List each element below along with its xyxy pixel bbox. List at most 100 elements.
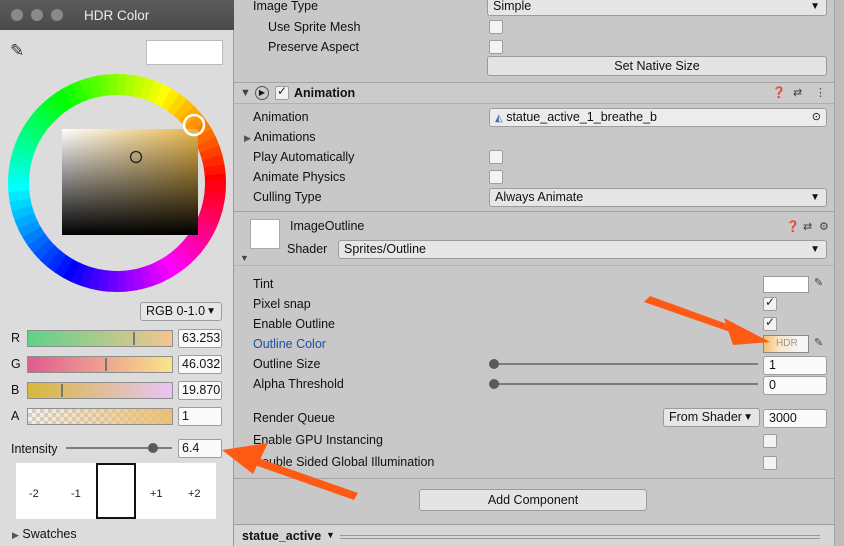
render-queue-dropdown[interactable]: From Shader ▼ [663, 408, 760, 427]
animations-foldout[interactable]: ▶ Animations [244, 127, 316, 147]
outline-size-slider-thumb[interactable] [489, 359, 499, 369]
green-channel-input[interactable]: 46.032 [178, 355, 222, 374]
color-mode-dropdown[interactable]: RGB 0-1.0 ▼ [140, 302, 222, 321]
inspector-scrollbar[interactable] [834, 0, 844, 546]
help-icon[interactable]: ❓ [786, 220, 800, 233]
hdr-badge: HDR [776, 338, 798, 349]
swatches-label: Swatches [22, 527, 77, 541]
foldout-arrow-icon[interactable]: ▼ [240, 253, 249, 263]
exposure-swatch-minus-2[interactable]: -2 [29, 488, 39, 500]
blue-channel-slider[interactable] [27, 382, 173, 399]
window-titlebar[interactable]: HDR Color [0, 0, 234, 30]
chevron-down-icon[interactable]: ▼ [326, 530, 335, 540]
eyedropper-icon[interactable]: ✎ [814, 276, 823, 289]
hue-ring-segment[interactable] [204, 181, 226, 193]
culling-type-dropdown[interactable]: Always Animate ▼ [489, 188, 827, 207]
double-sided-gi-checkbox[interactable] [763, 456, 777, 470]
exposure-swatch-minus-1[interactable]: -1 [71, 488, 81, 500]
image-type-value: Simple [493, 0, 532, 13]
eyedropper-icon[interactable]: ✎ [10, 41, 24, 61]
help-icon[interactable]: ❓ [772, 86, 786, 99]
foldout-right-icon: ▶ [12, 530, 19, 540]
preserve-aspect-label: Preserve Aspect [268, 40, 360, 54]
window-title: HDR Color [84, 8, 150, 23]
animation-clip-value: statue_active_1_breathe_b [506, 110, 657, 124]
current-color-swatch [146, 40, 223, 65]
preview-tab-label[interactable]: statue_active [242, 529, 321, 543]
pixel-snap-label: Pixel snap [253, 297, 311, 311]
foldout-arrow-icon[interactable]: ▼ [240, 87, 251, 99]
animation-clip-icon: ◭ [495, 113, 503, 124]
animation-enabled-checkbox[interactable] [275, 84, 289, 100]
animation-object-field[interactable]: ◭ statue_active_1_breathe_b ⊙ [489, 108, 827, 127]
hdr-color-window: HDR Color ✎ RGB 0-1.0 ▼ R 63.253 G 46.032… [0, 0, 234, 546]
animation-component-icon: ▶ [255, 86, 269, 100]
preview-drag-handle[interactable] [340, 535, 820, 539]
red-channel-label: R [11, 331, 21, 345]
green-channel-slider[interactable] [27, 356, 173, 373]
inspector-panel: Image Type Simple ▼ Use Sprite Mesh Prese… [234, 0, 844, 546]
animate-physics-checkbox[interactable] [489, 170, 503, 184]
add-component-button[interactable]: Add Component [419, 489, 647, 511]
red-channel-input[interactable]: 63.253 [178, 329, 222, 348]
red-channel-marker[interactable] [133, 332, 136, 345]
gpu-instancing-label: Enable GPU Instancing [253, 433, 383, 447]
animation-component-header[interactable]: ▼ ▶ Animation ❓ ⇄ ⋮ [234, 82, 834, 104]
enable-outline-checkbox[interactable] [763, 315, 777, 331]
close-window-icon[interactable] [11, 9, 23, 21]
green-channel-label: G [11, 357, 21, 371]
outline-size-slider-track[interactable] [493, 363, 758, 365]
saturation-value-shade [62, 129, 198, 235]
render-queue-mode: From Shader [669, 410, 742, 424]
green-channel-marker[interactable] [104, 358, 107, 371]
outline-size-input[interactable]: 1 [763, 356, 827, 375]
use-sprite-mesh-label: Use Sprite Mesh [268, 20, 361, 34]
image-type-label: Image Type [253, 0, 319, 13]
alpha-threshold-slider-thumb[interactable] [489, 379, 499, 389]
render-queue-input[interactable]: 3000 [763, 409, 827, 428]
shader-dropdown[interactable]: Sprites/Outline ▼ [338, 240, 827, 259]
enable-outline-label: Enable Outline [253, 317, 336, 331]
blue-channel-input[interactable]: 19.870 [178, 381, 222, 400]
exposure-swatch-plus-1[interactable]: +1 [150, 488, 163, 500]
tint-color-swatch[interactable] [763, 276, 809, 293]
section-divider [234, 265, 834, 266]
intensity-slider-thumb[interactable] [147, 443, 158, 453]
alpha-threshold-slider-track[interactable] [493, 383, 758, 385]
intensity-input[interactable]: 6.4 [178, 439, 222, 458]
exposure-swatch-plus-2[interactable]: +2 [188, 488, 201, 500]
section-divider [234, 211, 834, 212]
blue-channel-marker[interactable] [60, 384, 63, 397]
play-automatically-checkbox[interactable] [489, 150, 503, 164]
chevron-down-icon: ▼ [810, 1, 820, 12]
alpha-threshold-label: Alpha Threshold [253, 377, 344, 391]
alpha-threshold-input[interactable]: 0 [763, 376, 827, 395]
shader-value: Sprites/Outline [344, 242, 426, 256]
maximize-window-icon[interactable] [51, 9, 63, 21]
more-options-icon[interactable]: ⋮ [815, 86, 826, 99]
red-channel-slider[interactable] [27, 330, 173, 347]
object-picker-icon[interactable]: ⊙ [812, 109, 821, 126]
preset-icon[interactable]: ⇄ [793, 86, 802, 99]
use-sprite-mesh-checkbox[interactable] [489, 20, 503, 34]
play-automatically-label: Play Automatically [253, 150, 355, 164]
animation-title: Animation [294, 86, 356, 100]
pixel-snap-checkbox[interactable] [763, 295, 777, 311]
eyedropper-icon[interactable]: ✎ [814, 336, 823, 349]
image-type-dropdown[interactable]: Simple ▼ [487, 0, 827, 16]
hue-wheel[interactable] [0, 70, 234, 298]
preserve-aspect-checkbox[interactable] [489, 40, 503, 54]
outline-color-swatch[interactable]: HDR [763, 335, 809, 353]
swatches-foldout[interactable]: ▶ Swatches [12, 527, 77, 541]
set-native-size-button[interactable]: Set Native Size [487, 56, 827, 76]
settings-gear-icon[interactable]: ⚙ [819, 220, 829, 233]
minimize-window-icon[interactable] [31, 9, 43, 21]
chevron-down-icon: ▼ [810, 192, 820, 203]
preset-icon[interactable]: ⇄ [803, 220, 812, 233]
alpha-channel-input[interactable]: 1 [178, 407, 222, 426]
gpu-instancing-checkbox[interactable] [763, 434, 777, 448]
intensity-label: Intensity [11, 442, 58, 456]
chevron-down-icon: ▼ [206, 306, 216, 317]
exposure-swatch-current[interactable] [96, 463, 136, 519]
alpha-channel-slider[interactable] [27, 408, 173, 425]
